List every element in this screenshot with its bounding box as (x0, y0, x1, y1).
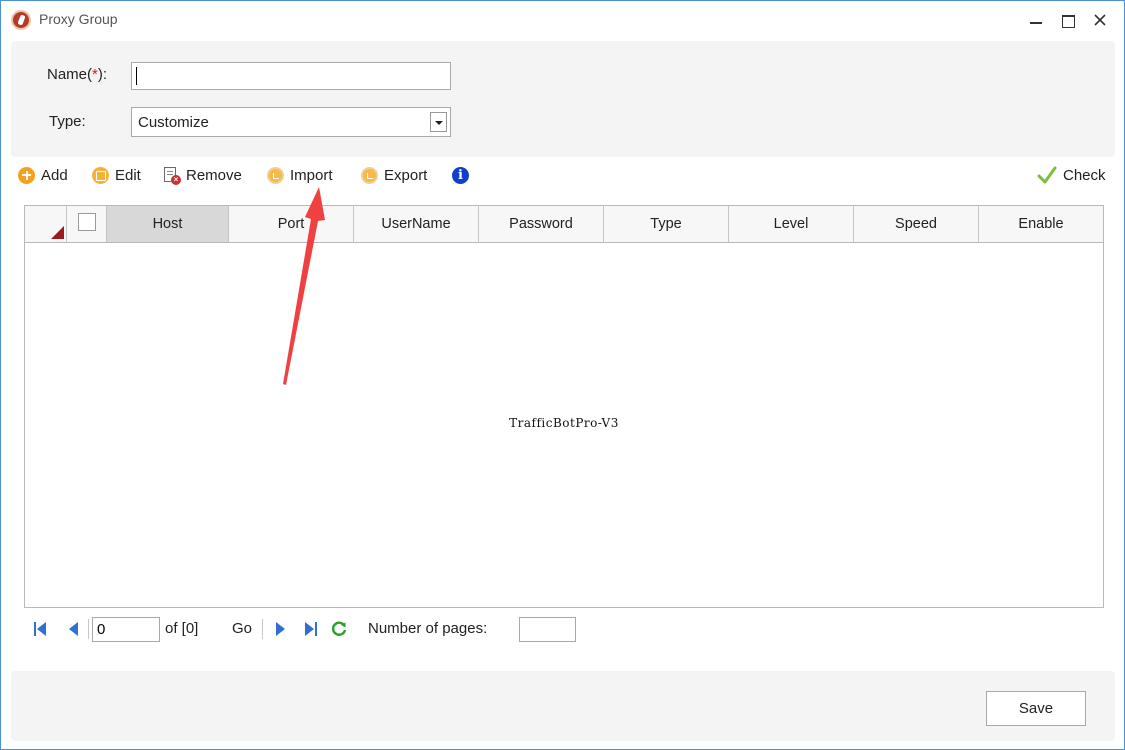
maximize-button[interactable] (1056, 9, 1078, 31)
form-panel (11, 41, 1115, 157)
export-button[interactable]: Export (361, 164, 427, 186)
select-all-cell (67, 206, 107, 242)
close-icon (1094, 14, 1106, 26)
column-header-enable[interactable]: Enable (979, 206, 1103, 242)
type-select-value: Customize (138, 114, 209, 131)
footer-panel (11, 671, 1115, 741)
text-caret (136, 67, 137, 85)
last-page-icon[interactable] (304, 621, 320, 637)
annotation-arrow-icon (283, 187, 325, 385)
dropdown-arrow-icon[interactable] (430, 112, 447, 132)
column-header-level[interactable]: Level (729, 206, 854, 242)
pager-divider (262, 619, 263, 639)
first-page-icon[interactable] (33, 621, 49, 637)
save-button[interactable]: Save (986, 691, 1086, 726)
edit-label: Edit (115, 166, 141, 184)
pages-input[interactable] (519, 617, 576, 642)
checkmark-icon (1037, 166, 1057, 184)
remove-button[interactable]: × Remove (163, 164, 242, 186)
app-logo-icon (11, 10, 31, 30)
add-label: Add (41, 166, 68, 184)
previous-page-icon[interactable] (65, 621, 81, 637)
proxy-table: Host Port UserName Password Type Level S… (24, 205, 1104, 608)
remove-icon: × (163, 166, 181, 185)
table-header: Host Port UserName Password Type Level S… (25, 206, 1103, 243)
column-header-password[interactable]: Password (479, 206, 604, 242)
name-input[interactable] (131, 62, 451, 90)
go-button[interactable]: Go (232, 620, 252, 637)
export-label: Export (384, 166, 428, 184)
page-number-input[interactable] (92, 617, 160, 642)
corner-indicator-icon (51, 226, 64, 239)
close-button[interactable] (1089, 9, 1111, 31)
export-icon (361, 166, 378, 184)
check-button[interactable]: Check (1037, 164, 1106, 186)
title-bar: Proxy Group (1, 1, 1124, 39)
remove-label: Remove (186, 166, 242, 184)
name-label: Name(*): (47, 66, 108, 83)
table-corner (25, 206, 67, 242)
info-icon (452, 166, 469, 184)
column-header-username[interactable]: UserName (354, 206, 479, 242)
proxy-group-window: Proxy Group Name(*): Type: Customize Add… (0, 0, 1125, 750)
watermark-text: TrafficBotPro-V3 (509, 416, 619, 430)
pager-divider (88, 619, 89, 639)
edit-button[interactable]: Edit (92, 164, 141, 186)
column-header-speed[interactable]: Speed (854, 206, 979, 242)
next-page-icon[interactable] (273, 621, 289, 637)
check-label: Check (1063, 166, 1106, 184)
type-select[interactable]: Customize (131, 107, 451, 137)
edit-icon (92, 166, 109, 184)
refresh-icon[interactable] (330, 620, 348, 638)
pages-label: Number of pages: (368, 620, 488, 637)
column-header-type[interactable]: Type (604, 206, 729, 242)
select-all-checkbox[interactable] (78, 213, 96, 231)
minimize-button[interactable] (1025, 9, 1047, 31)
info-button[interactable] (452, 164, 475, 186)
add-button[interactable]: Add (18, 164, 68, 186)
window-title: Proxy Group (39, 11, 118, 27)
page-count-text: of [0] (165, 620, 199, 637)
type-label: Type: (49, 113, 86, 130)
add-icon (18, 166, 35, 184)
column-header-host[interactable]: Host (107, 206, 229, 242)
